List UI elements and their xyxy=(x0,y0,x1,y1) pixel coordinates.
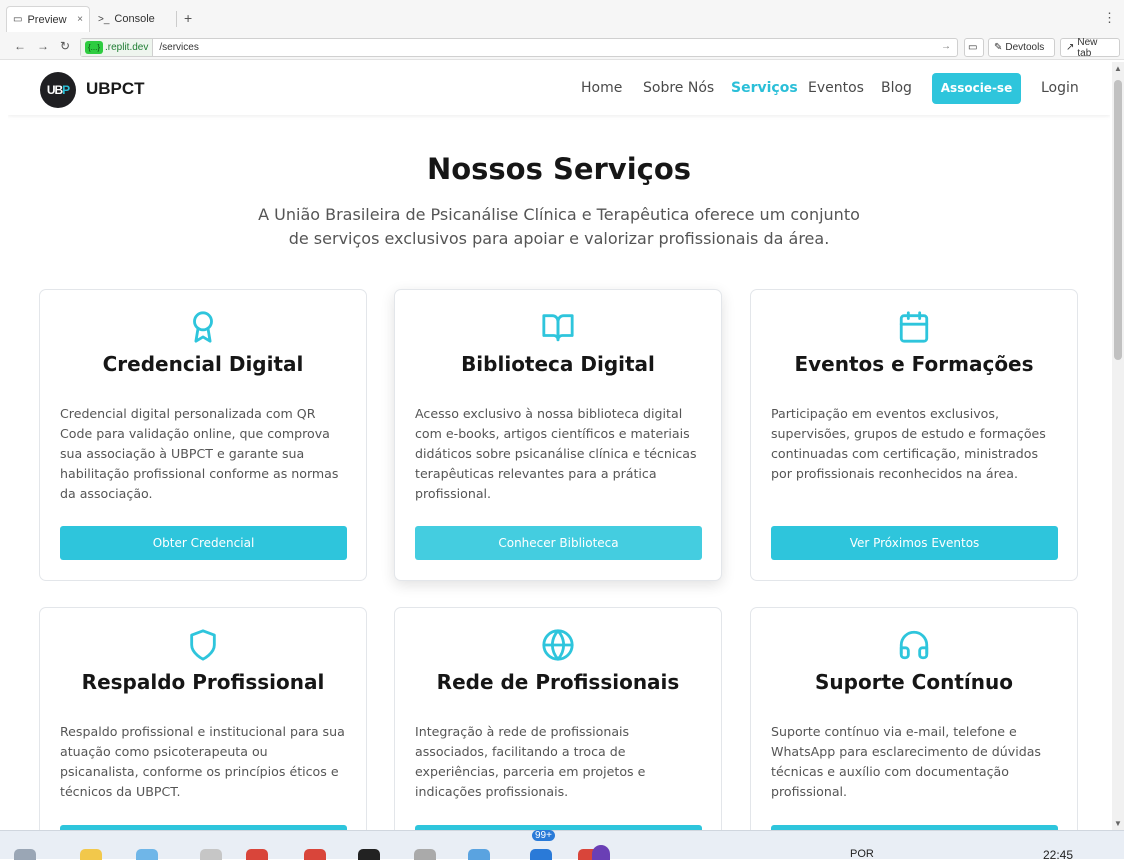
screen-icon[interactable]: ▭ xyxy=(964,38,984,57)
card-title: Biblioteca Digital xyxy=(461,352,655,376)
logo-text[interactable]: UBPCT xyxy=(86,79,145,99)
tab-preview-label: Preview xyxy=(27,13,67,26)
calendar-app-icon[interactable] xyxy=(468,849,490,860)
browser-tab-strip: ▭ Preview × >_ Console + ⋮ xyxy=(0,0,1124,36)
app-icon[interactable] xyxy=(200,849,222,860)
calendar-icon xyxy=(899,311,929,343)
service-card: Respaldo Profissional Respaldo profissio… xyxy=(39,607,367,830)
service-card: Eventos e Formações Participação em even… xyxy=(750,289,1078,581)
ver-proximos-eventos-button[interactable]: Ver Próximos Eventos xyxy=(771,526,1058,560)
logo-icon[interactable]: UBP xyxy=(40,72,76,108)
tab-preview[interactable]: ▭ Preview × xyxy=(6,6,90,32)
card-title: Rede de Profissionais xyxy=(436,670,680,694)
os-taskbar: 99+ POR 22:45 xyxy=(0,830,1124,862)
scroll-up-icon[interactable]: ▲ xyxy=(1114,64,1122,73)
devtools-button[interactable]: ✎ Devtools xyxy=(988,38,1055,57)
replit-badge-icon: {...} xyxy=(85,41,103,54)
nav-blog[interactable]: Blog xyxy=(881,80,912,96)
wrench-icon: ✎ xyxy=(994,42,1003,53)
card-description: Respaldo profissional e institucional pa… xyxy=(60,724,345,799)
search-icon[interactable] xyxy=(14,849,36,860)
close-icon[interactable]: × xyxy=(77,14,83,25)
url-toolbar: ← → ↻ {...} .replit.dev /services → ▭ ✎ … xyxy=(0,36,1124,60)
card-description: Credencial digital personalizada com QR … xyxy=(60,406,339,501)
card-title: Respaldo Profissional xyxy=(81,670,325,694)
card-description: Integração à rede de profissionais assoc… xyxy=(415,724,646,799)
card-title: Credencial Digital xyxy=(102,352,304,376)
nav-servicos[interactable]: Serviços xyxy=(731,80,798,96)
go-arrow-icon[interactable]: → xyxy=(941,41,951,52)
folder-icon[interactable] xyxy=(80,849,102,860)
language-indicator[interactable]: POR xyxy=(850,848,874,860)
card-description: Suporte contínuo via e-mail, telefone e … xyxy=(771,724,1041,799)
app-icon[interactable] xyxy=(358,849,380,860)
new-tab-button[interactable]: ↗ New tab xyxy=(1060,36,1120,59)
url-path-text: /services xyxy=(159,42,199,53)
page-viewport: UBP UBPCT Home Sobre Nós Serviços Evento… xyxy=(8,62,1110,830)
service-card: Biblioteca Digital Acesso exclusivo à no… xyxy=(394,289,722,581)
chrome-icon[interactable] xyxy=(246,849,268,860)
profile-avatar-icon[interactable] xyxy=(592,845,610,860)
card-description: Acesso exclusivo à nossa biblioteca digi… xyxy=(415,406,697,501)
conhecer-biblioteca-button[interactable]: Conhecer Biblioteca xyxy=(415,526,702,560)
app-icon[interactable] xyxy=(414,849,436,860)
back-icon[interactable]: ← xyxy=(14,39,26,53)
app-icon[interactable] xyxy=(530,849,552,860)
book-open-icon xyxy=(542,314,574,342)
monitor-icon: ▭ xyxy=(13,14,23,25)
nav-eventos[interactable]: Eventos xyxy=(808,80,864,96)
url-host-text: .replit.dev xyxy=(105,42,149,53)
card-title: Eventos e Formações xyxy=(794,352,1034,376)
page-title: Nossos Serviços xyxy=(426,152,692,186)
headphones-icon xyxy=(899,630,929,660)
nav-home[interactable]: Home xyxy=(581,80,622,96)
page-intro: A União Brasileira de Psicanálise Clínic… xyxy=(258,205,860,248)
reload-icon[interactable]: ↻ xyxy=(60,39,70,53)
obter-credencial-button[interactable]: Obter Credencial xyxy=(60,526,347,560)
forward-icon[interactable]: → xyxy=(37,39,49,53)
shield-icon xyxy=(190,629,216,661)
service-card: Rede de Profissionais Integração à rede … xyxy=(394,607,722,830)
site-header: UBP UBPCT Home Sobre Nós Serviços Evento… xyxy=(8,62,1110,115)
clock-time[interactable]: 22:45 xyxy=(1043,848,1073,862)
service-card: Credencial Digital Credencial digital pe… xyxy=(39,289,367,581)
logo-mark-b: P xyxy=(62,83,70,97)
terminal-icon: >_ xyxy=(98,13,110,25)
devtools-label: Devtools xyxy=(1005,42,1045,53)
add-tab-icon[interactable]: + xyxy=(184,10,192,26)
page-scrollbar[interactable]: ▲ ▼ xyxy=(1112,62,1124,830)
chrome-icon[interactable] xyxy=(304,849,326,860)
login-link[interactable]: Login xyxy=(1041,80,1079,96)
new-tab-label: New tab xyxy=(1077,36,1098,59)
scroll-thumb[interactable] xyxy=(1114,80,1122,360)
card-description: Participação em eventos exclusivos, supe… xyxy=(771,406,1046,481)
card-title: Suporte Contínuo xyxy=(815,670,1013,694)
tab-divider xyxy=(176,11,177,27)
nav-sobre-nos[interactable]: Sobre Nós xyxy=(643,80,714,96)
award-icon xyxy=(193,311,213,343)
join-button[interactable]: Associe-se xyxy=(932,73,1021,104)
scroll-down-icon[interactable]: ▼ xyxy=(1114,819,1122,828)
notification-badge: 99+ xyxy=(532,830,555,841)
app-icon[interactable] xyxy=(136,849,158,860)
tab-console[interactable]: >_ Console xyxy=(92,6,176,32)
tab-console-label: Console xyxy=(114,13,155,25)
logo-mark-a: UB xyxy=(46,83,63,97)
external-link-icon: ↗ xyxy=(1066,42,1075,53)
service-card: Suporte Contínuo Suporte contínuo via e-… xyxy=(750,607,1078,830)
globe-icon xyxy=(542,629,574,661)
more-menu-icon[interactable]: ⋮ xyxy=(1103,10,1116,26)
url-host: {...} .replit.dev xyxy=(81,39,154,56)
url-field[interactable]: {...} .replit.dev /services → xyxy=(80,38,958,57)
